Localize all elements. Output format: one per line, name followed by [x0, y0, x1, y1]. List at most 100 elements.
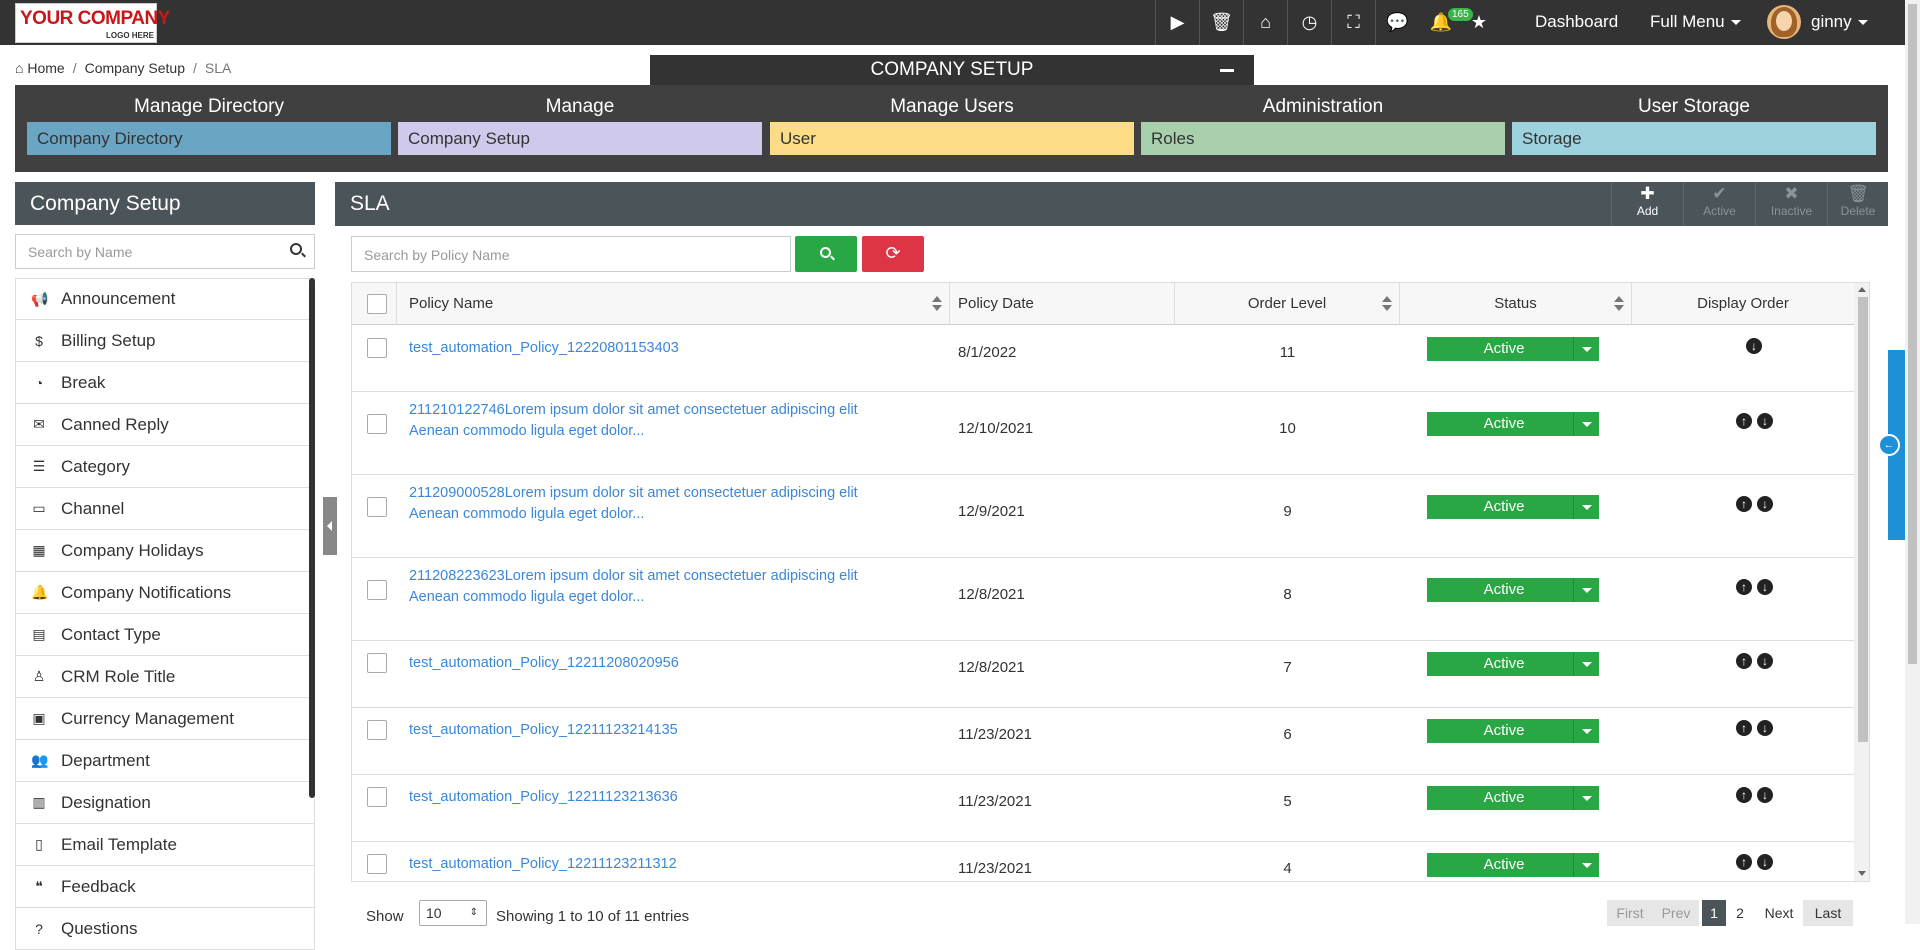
sidebar-item-feedback[interactable]: ❝ Feedback	[15, 866, 315, 908]
sidebar-item-billing-setup[interactable]: $ Billing Setup	[15, 320, 315, 362]
move-up-icon[interactable]: ↑	[1736, 720, 1752, 736]
status-dropdown[interactable]: Active	[1427, 337, 1599, 361]
status-dropdown[interactable]: Active	[1427, 495, 1599, 519]
move-down-icon[interactable]: ↓	[1746, 338, 1762, 354]
status-dropdown[interactable]: Active	[1427, 652, 1599, 676]
first-page-button[interactable]: First	[1607, 900, 1653, 926]
sidebar-item-questions[interactable]: ? Questions	[15, 908, 315, 950]
sidebar-item-channel[interactable]: ▭ Channel	[15, 488, 315, 530]
sidebar-item-company-holidays[interactable]: ▦ Company Holidays	[15, 530, 315, 572]
policy-name-link[interactable]: test_automation_Policy_12211123213636	[409, 787, 939, 808]
chevron-down-icon[interactable]	[1573, 719, 1599, 743]
move-up-icon[interactable]: ↑	[1736, 653, 1752, 669]
policy-name-link[interactable]: 211210122746Lorem ipsum dolor sit amet c…	[409, 400, 939, 442]
policy-name-link[interactable]: 211209000528Lorem ipsum dolor sit amet c…	[409, 483, 939, 525]
status-dropdown[interactable]: Active	[1427, 578, 1599, 602]
search-button[interactable]	[795, 236, 857, 272]
sort-icon[interactable]	[1614, 296, 1624, 312]
breadcrumb-home[interactable]: Home	[27, 60, 64, 76]
name-search-input[interactable]: Search by Name	[15, 234, 315, 269]
page-1-button[interactable]: 1	[1702, 900, 1726, 926]
sort-icon[interactable]	[932, 296, 942, 312]
menu-item-user[interactable]: User	[770, 122, 1134, 155]
bell-icon[interactable]: 🔔 165	[1419, 0, 1473, 45]
sidebar-item-department[interactable]: 👥 Department	[15, 740, 315, 782]
sidebar-item-announcement[interactable]: 📢 Announcement	[15, 278, 315, 320]
chevron-down-icon[interactable]	[1573, 786, 1599, 810]
sidebar-item-email-template[interactable]: ▯ Email Template	[15, 824, 315, 866]
history-icon[interactable]: ◷	[1287, 0, 1331, 45]
minimize-icon[interactable]	[1220, 69, 1234, 72]
row-checkbox[interactable]	[367, 720, 387, 740]
policy-name-link[interactable]: test_automation_Policy_12220801153403	[409, 338, 939, 359]
fullscreen-icon[interactable]: ⛶	[1331, 0, 1375, 45]
left-panel-scrollbar[interactable]	[309, 278, 315, 798]
move-up-icon[interactable]: ↑	[1736, 854, 1752, 870]
policy-name-link[interactable]: test_automation_Policy_12211208020956	[409, 653, 939, 674]
status-dropdown[interactable]: Active	[1427, 412, 1599, 436]
company-logo[interactable]: YOUR COMPANY LOGO HERE	[15, 3, 170, 43]
move-up-icon[interactable]: ↑	[1736, 496, 1752, 512]
row-checkbox[interactable]	[367, 338, 387, 358]
row-checkbox[interactable]	[367, 653, 387, 673]
next-page-button[interactable]: Next	[1756, 900, 1802, 926]
page-size-select[interactable]: 10 ⇕	[419, 900, 487, 926]
row-checkbox[interactable]	[367, 414, 387, 434]
dashboard-link[interactable]: Dashboard	[1535, 12, 1618, 32]
row-checkbox[interactable]	[367, 854, 387, 874]
last-page-button[interactable]: Last	[1803, 900, 1853, 926]
refresh-button[interactable]: ⟳	[862, 236, 924, 272]
sidebar-item-canned-reply[interactable]: ✉ Canned Reply	[15, 404, 315, 446]
row-checkbox[interactable]	[367, 580, 387, 600]
sidebar-item-crm-role-title[interactable]: ♙ CRM Role Title	[15, 656, 315, 698]
active-button[interactable]: ✔ Active	[1683, 182, 1755, 226]
sidebar-item-designation[interactable]: ▥ Designation	[15, 782, 315, 824]
sidebar-item-company-notifications[interactable]: 🔔 Company Notifications	[15, 572, 315, 614]
table-scrollbar[interactable]	[1854, 283, 1869, 881]
menu-item-storage[interactable]: Storage	[1512, 122, 1876, 155]
home-icon[interactable]: ⌂	[15, 60, 23, 76]
play-icon[interactable]: ▶	[1155, 0, 1199, 45]
chevron-down-icon[interactable]	[1573, 578, 1599, 602]
policy-name-link[interactable]: test_automation_Policy_12211123214135	[409, 720, 939, 741]
column-policy-name[interactable]: Policy Name	[397, 283, 950, 325]
page-2-button[interactable]: 2	[1728, 900, 1752, 926]
move-down-icon[interactable]: ↓	[1757, 413, 1773, 429]
move-up-icon[interactable]: ↑	[1736, 787, 1752, 803]
org-chart-icon[interactable]: ⌂	[1243, 0, 1287, 45]
chevron-down-icon[interactable]	[1573, 337, 1599, 361]
policy-name-link[interactable]: test_automation_Policy_12211123211312	[409, 854, 939, 875]
policy-name-link[interactable]: 211208223623Lorem ipsum dolor sit amet c…	[409, 566, 939, 608]
page-scrollbar[interactable]	[1905, 0, 1920, 924]
arrow-left-icon[interactable]: ←	[1878, 434, 1900, 456]
sort-icon[interactable]	[1382, 296, 1392, 312]
prev-page-button[interactable]: Prev	[1653, 900, 1699, 926]
move-down-icon[interactable]: ↓	[1757, 720, 1773, 736]
chevron-down-icon[interactable]	[1573, 652, 1599, 676]
status-dropdown[interactable]: Active	[1427, 853, 1599, 877]
user-menu[interactable]: ginny	[1811, 12, 1868, 32]
chat-icon[interactable]: 💬	[1375, 0, 1419, 45]
sidebar-item-contact-type[interactable]: ▤ Contact Type	[15, 614, 315, 656]
move-down-icon[interactable]: ↓	[1757, 653, 1773, 669]
side-drawer-tab[interactable]: ←	[1878, 350, 1905, 540]
move-down-icon[interactable]: ↓	[1757, 579, 1773, 595]
row-checkbox[interactable]	[367, 497, 387, 517]
select-all-checkbox[interactable]	[367, 294, 387, 314]
policy-search-input[interactable]: Search by Policy Name	[351, 236, 791, 272]
delete-button[interactable]: 🗑 Delete	[1827, 182, 1888, 226]
breadcrumb-company-setup[interactable]: Company Setup	[85, 60, 185, 76]
menu-item-company-directory[interactable]: Company Directory	[27, 122, 391, 155]
status-dropdown[interactable]: Active	[1427, 719, 1599, 743]
star-icon[interactable]: ★	[1463, 0, 1495, 45]
inactive-button[interactable]: ✖ Inactive	[1755, 182, 1827, 226]
move-up-icon[interactable]: ↑	[1736, 579, 1752, 595]
avatar[interactable]	[1767, 5, 1801, 39]
add-button[interactable]: ✚ Add	[1611, 182, 1683, 226]
chevron-down-icon[interactable]	[1573, 853, 1599, 877]
sidebar-item-break[interactable]: ◔ Break	[15, 362, 315, 404]
move-down-icon[interactable]: ↓	[1757, 787, 1773, 803]
trash-icon[interactable]: 🗑	[1199, 0, 1243, 45]
menu-item-roles[interactable]: Roles	[1141, 122, 1505, 155]
chevron-down-icon[interactable]	[1573, 412, 1599, 436]
